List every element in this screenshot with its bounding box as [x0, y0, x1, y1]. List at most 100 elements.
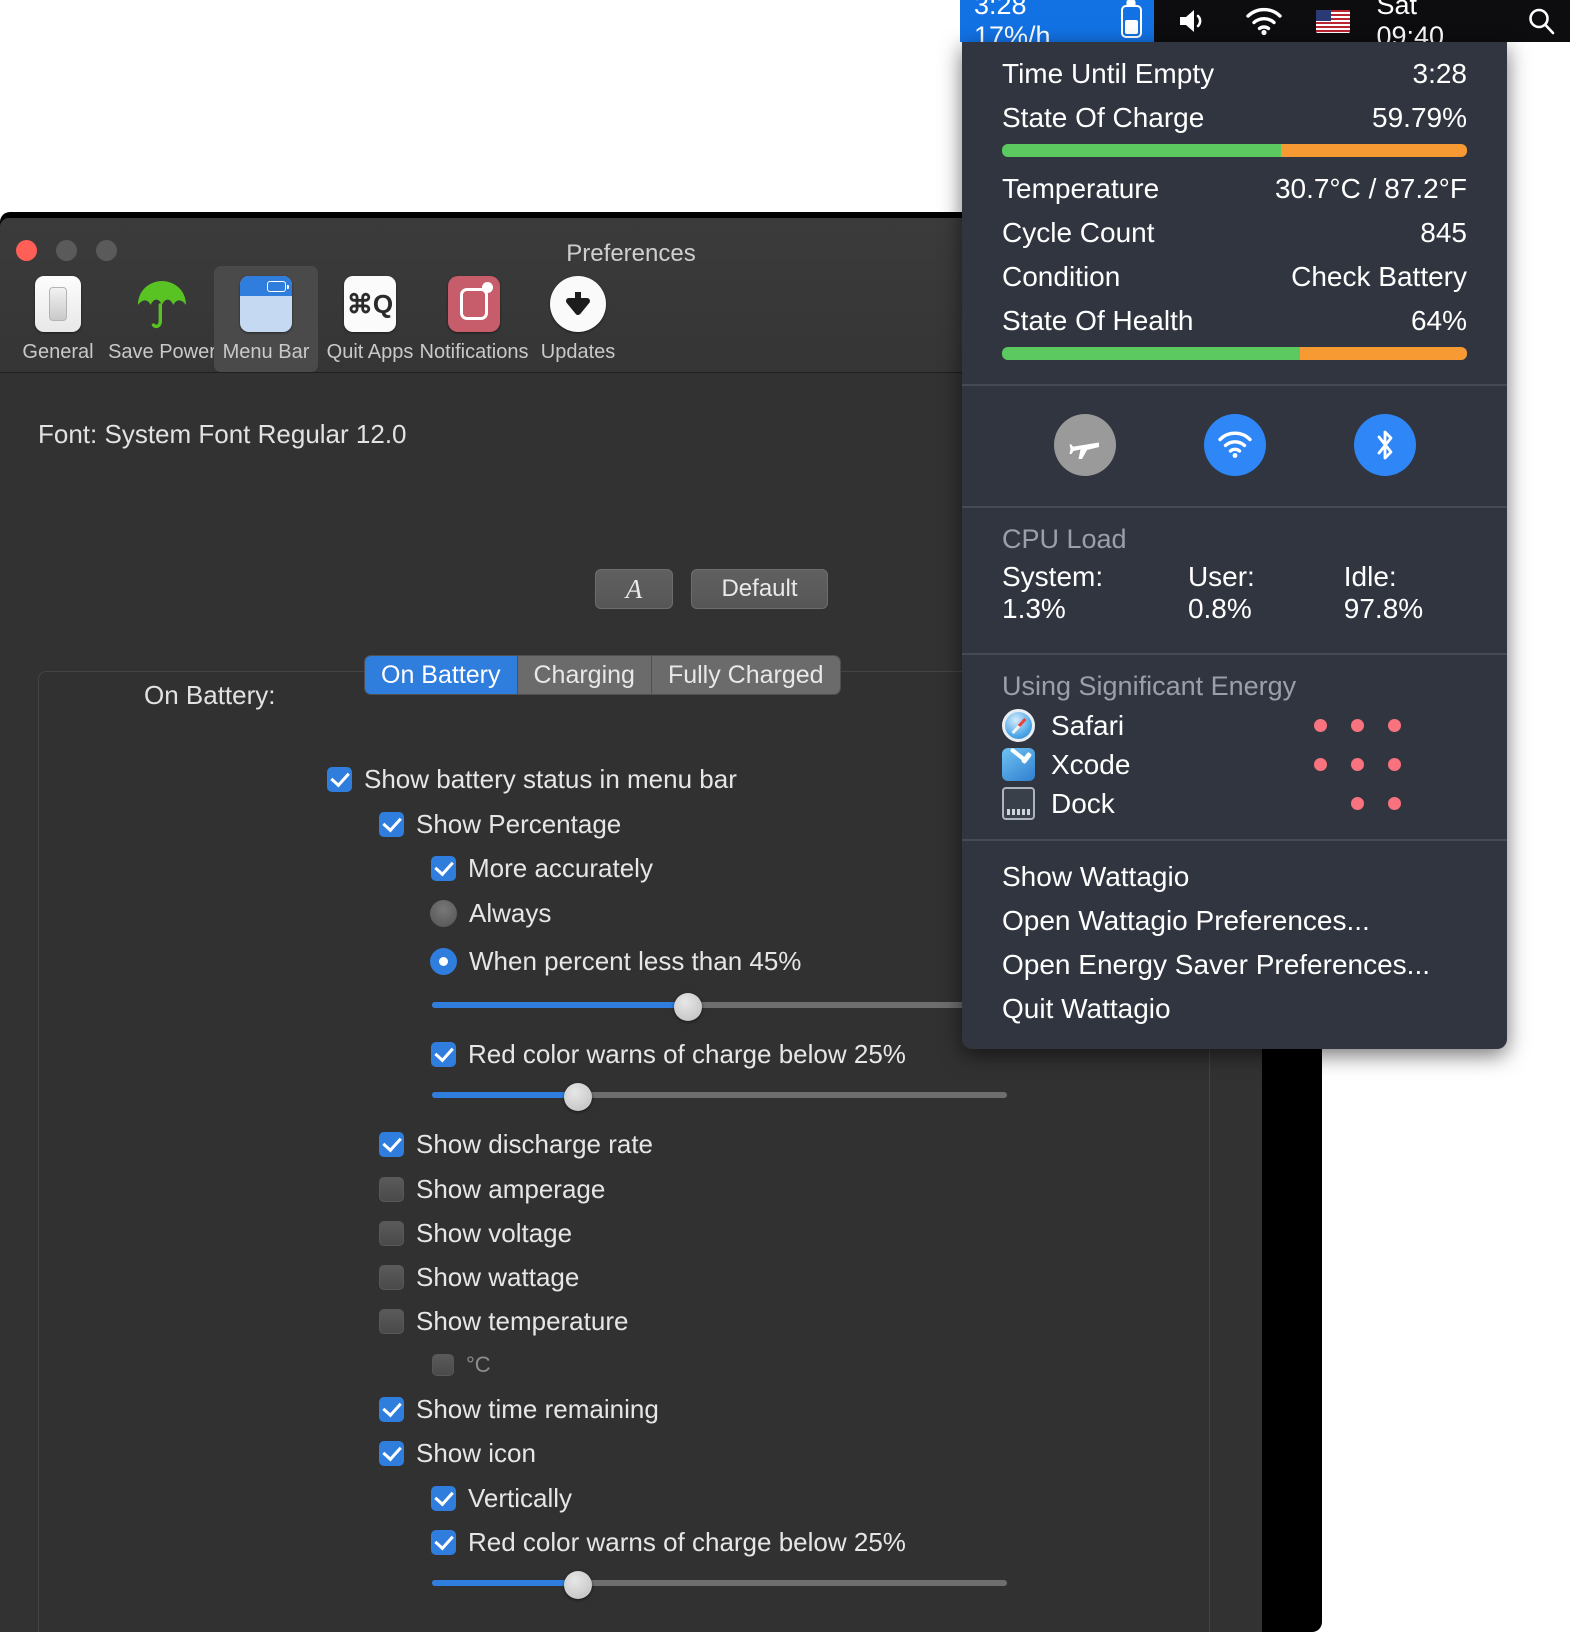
- menubar-spotlight[interactable]: [1510, 6, 1570, 36]
- option-show-time-remaining[interactable]: Show time remaining: [379, 1394, 659, 1425]
- stat-value: Check Battery: [1291, 261, 1467, 292]
- slider-knob[interactable]: [674, 993, 702, 1021]
- airplane-icon: [1069, 442, 1099, 459]
- search-icon: [1529, 8, 1555, 35]
- label-show-wattage: Show wattage: [416, 1262, 580, 1292]
- toolbar-item-save-power[interactable]: Save Power: [108, 266, 216, 372]
- checkbox-more-accurately[interactable]: [431, 856, 456, 881]
- download-arrow-icon: [549, 275, 607, 333]
- label-more-accurately: More accurately: [468, 853, 653, 883]
- option-show-temperature[interactable]: Show temperature: [379, 1306, 628, 1337]
- menu-item-open-energy-saver-prefs[interactable]: Open Energy Saver Preferences...: [962, 943, 1507, 987]
- bluetooth-icon: [1377, 430, 1392, 460]
- checkbox-celsius[interactable]: [432, 1354, 454, 1376]
- stat-row-time-until-empty: Time Until Empty 3:28: [962, 52, 1507, 96]
- cpu-load-section: CPU Load System: 1.3% User: 0.8% Idle: 9…: [962, 512, 1507, 649]
- toolbar-item-notifications[interactable]: Notifications: [420, 266, 528, 372]
- checkbox-show-wattage[interactable]: [379, 1265, 404, 1290]
- toolbar-item-updates[interactable]: Updates: [526, 266, 630, 372]
- option-show-wattage[interactable]: Show wattage: [379, 1262, 579, 1293]
- menubar-battery-status[interactable]: 3:28 17%/h: [960, 0, 1155, 51]
- label-always: Always: [469, 898, 552, 928]
- checkbox-show-time-remaining[interactable]: [379, 1397, 404, 1422]
- label-show-amperage: Show amperage: [416, 1174, 606, 1204]
- dock-icon: [1002, 787, 1035, 820]
- menu-item-quit-wattagio[interactable]: Quit Wattagio: [962, 987, 1507, 1031]
- tab-fully-charged[interactable]: Fully Charged: [651, 656, 840, 694]
- red-warn-icon-slider[interactable]: [432, 1571, 1007, 1599]
- option-red-warn-icon[interactable]: Red color warns of charge below 25%: [431, 1527, 906, 1558]
- checkbox-show-voltage[interactable]: [379, 1221, 404, 1246]
- option-show-percentage[interactable]: Show Percentage: [379, 809, 621, 840]
- checkbox-show-discharge-rate[interactable]: [379, 1132, 404, 1157]
- stat-value: 64%: [1410, 305, 1467, 336]
- option-red-warn-percent[interactable]: Red color warns of charge below 25%: [431, 1039, 906, 1070]
- menu-item-open-wattagio-preferences[interactable]: Open Wattagio Preferences...: [962, 899, 1507, 943]
- bar-green-segment: [1002, 144, 1281, 157]
- macos-menu-bar: 3:28 17%/h Sat 09:40: [960, 0, 1570, 51]
- label-vertically: Vertically: [468, 1483, 573, 1513]
- default-font-button[interactable]: Default: [691, 569, 828, 609]
- red-warn-percent-slider[interactable]: [432, 1083, 1007, 1111]
- option-celsius[interactable]: °C: [432, 1352, 491, 1378]
- divider: [962, 384, 1507, 386]
- bluetooth-toggle[interactable]: [1353, 414, 1416, 476]
- option-show-discharge-rate[interactable]: Show discharge rate: [379, 1129, 653, 1160]
- airplane-mode-toggle[interactable]: [1053, 414, 1116, 476]
- battery-stats-section: Time Until Empty 3:28 State Of Charge 59…: [962, 42, 1507, 380]
- toolbar-label-menu-bar: Menu Bar: [222, 341, 310, 363]
- bar-orange-segment: [1281, 144, 1467, 157]
- energy-level-dots: [1351, 797, 1467, 810]
- wifi-icon: [1217, 431, 1252, 458]
- toolbar-item-quit-apps[interactable]: ⌘Q Quit Apps: [318, 266, 422, 372]
- radio-always[interactable]: [430, 900, 457, 927]
- font-picker-button[interactable]: A: [595, 569, 673, 609]
- radio-when-percent-less[interactable]: [430, 948, 457, 975]
- slider-fill: [432, 1092, 578, 1098]
- stat-label: Time Until Empty: [1002, 58, 1215, 89]
- option-vertically[interactable]: Vertically: [431, 1483, 572, 1514]
- label-show-temperature: Show temperature: [416, 1306, 629, 1336]
- label-red-warn-icon: Red color warns of charge below 25%: [468, 1527, 906, 1557]
- option-always[interactable]: Always: [430, 898, 551, 929]
- divider: [962, 839, 1507, 841]
- checkbox-show-battery-status[interactable]: [327, 767, 352, 792]
- energy-app-row-xcode[interactable]: Xcode: [962, 745, 1507, 784]
- checkbox-show-temperature[interactable]: [379, 1309, 404, 1334]
- bar-orange-segment: [1299, 347, 1467, 360]
- option-show-voltage[interactable]: Show voltage: [379, 1218, 572, 1249]
- tab-on-battery[interactable]: On Battery: [365, 656, 518, 694]
- energy-app-row-dock[interactable]: Dock: [962, 784, 1507, 823]
- option-show-icon[interactable]: Show icon: [379, 1438, 536, 1469]
- label-show-voltage: Show voltage: [416, 1218, 573, 1248]
- stat-label: State Of Health: [1002, 305, 1194, 336]
- energy-level-dots: [1314, 758, 1467, 771]
- wifi-toggle[interactable]: [1203, 414, 1266, 476]
- percent-threshold-slider[interactable]: [432, 993, 1007, 1021]
- checkbox-show-amperage[interactable]: [379, 1177, 404, 1202]
- toolbar-item-menu-bar[interactable]: Menu Bar: [214, 266, 318, 372]
- checkbox-vertically[interactable]: [431, 1486, 456, 1511]
- slider-knob[interactable]: [564, 1083, 592, 1111]
- menubar-wifi[interactable]: [1228, 6, 1300, 36]
- checkbox-show-icon[interactable]: [379, 1441, 404, 1466]
- option-more-accurately[interactable]: More accurately: [431, 853, 653, 884]
- toolbar-item-general[interactable]: General: [6, 266, 110, 372]
- menubar-volume[interactable]: [1160, 6, 1228, 36]
- slider-knob[interactable]: [564, 1571, 592, 1599]
- checkbox-show-percentage[interactable]: [379, 812, 404, 837]
- menubar-input-language[interactable]: [1300, 9, 1366, 33]
- tab-charging[interactable]: Charging: [517, 656, 652, 694]
- option-when-percent-less[interactable]: When percent less than 45%: [430, 946, 801, 977]
- safari-icon: [1002, 709, 1035, 742]
- cpu-user-value: User: 0.8%: [1187, 561, 1255, 624]
- energy-app-row-safari[interactable]: Safari: [962, 706, 1507, 745]
- checkbox-red-warn-icon[interactable]: [431, 1530, 456, 1555]
- stat-row-condition: Condition Check Battery: [962, 255, 1507, 299]
- checkbox-red-warn-percent[interactable]: [431, 1042, 456, 1067]
- option-show-amperage[interactable]: Show amperage: [379, 1174, 605, 1205]
- option-show-battery-status[interactable]: Show battery status in menu bar: [327, 764, 737, 795]
- menu-item-show-wattagio[interactable]: Show Wattagio: [962, 855, 1507, 899]
- energy-app-name: Xcode: [1051, 748, 1131, 780]
- speaker-icon: [1180, 10, 1202, 32]
